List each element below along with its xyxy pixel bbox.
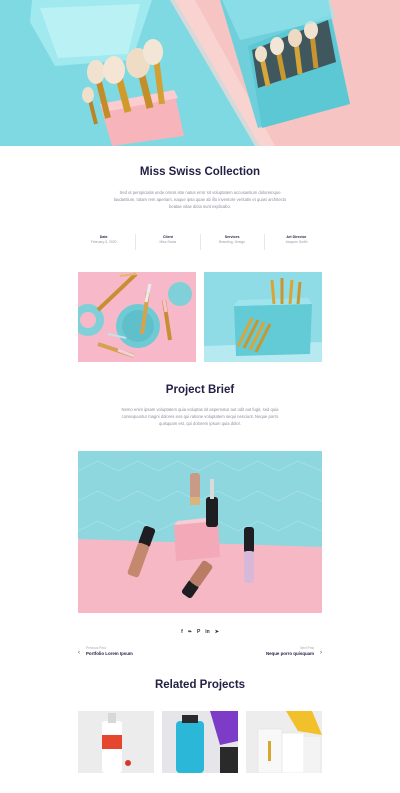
meta-art-director-value: Jacques Smith [285, 240, 308, 244]
related-project-1[interactable] [78, 711, 154, 773]
meta-services: Services Branding, Design [201, 234, 265, 250]
next-post-title: Neque porro quisquam [265, 651, 314, 656]
meta-services-value: Branding, Design [219, 240, 246, 244]
project-title: Miss Swiss Collection [139, 166, 261, 178]
project-meta: Date February 5, 2020 Client Miss Swiss … [72, 234, 328, 250]
facebook-icon[interactable]: f [181, 629, 183, 635]
related-projects-title: Related Projects [154, 679, 246, 691]
meta-date: Date February 5, 2020 [72, 234, 137, 250]
chevron-left-icon: ‹ [78, 650, 80, 656]
next-post-link[interactable]: › Next Post Neque porro quisquam [266, 646, 322, 657]
meta-date-value: February 5, 2020 [90, 240, 117, 244]
chevron-right-icon: › [320, 650, 322, 656]
linkedin-icon[interactable]: in [205, 629, 209, 635]
meta-client: Client Miss Swiss [136, 234, 201, 250]
twitter-icon[interactable]: ❧ [188, 629, 192, 635]
previous-post-link[interactable]: ‹ Previous Post Portfolio Lorem Ipsum [78, 646, 133, 657]
previous-post-title: Portfolio Lorem Ipsum [86, 651, 133, 656]
pinterest-icon[interactable]: P [197, 629, 200, 635]
brief-title: Project Brief [165, 384, 235, 396]
hero-image [0, 0, 400, 146]
gallery-image-brushes[interactable] [204, 272, 322, 362]
related-project-2[interactable] [162, 711, 238, 773]
related-project-3[interactable] [246, 711, 322, 773]
meta-art-director: Art Director Jacques Smith [265, 234, 328, 250]
share-icons: f ❧ P in ➤ [0, 629, 400, 635]
post-navigation: ‹ Previous Post Portfolio Lorem Ipsum › … [78, 646, 322, 662]
telegram-icon[interactable]: ➤ [215, 629, 219, 635]
brief-text: Nemo enim ipsam voluptatem quia voluptas… [121, 407, 279, 427]
gallery-image-lipgloss[interactable] [78, 451, 322, 613]
meta-client-value: Miss Swiss [159, 240, 177, 244]
gallery-image-lipsticks[interactable] [78, 272, 196, 362]
project-intro: Sed ut perspiciatis unde omnis iste natu… [113, 190, 287, 210]
